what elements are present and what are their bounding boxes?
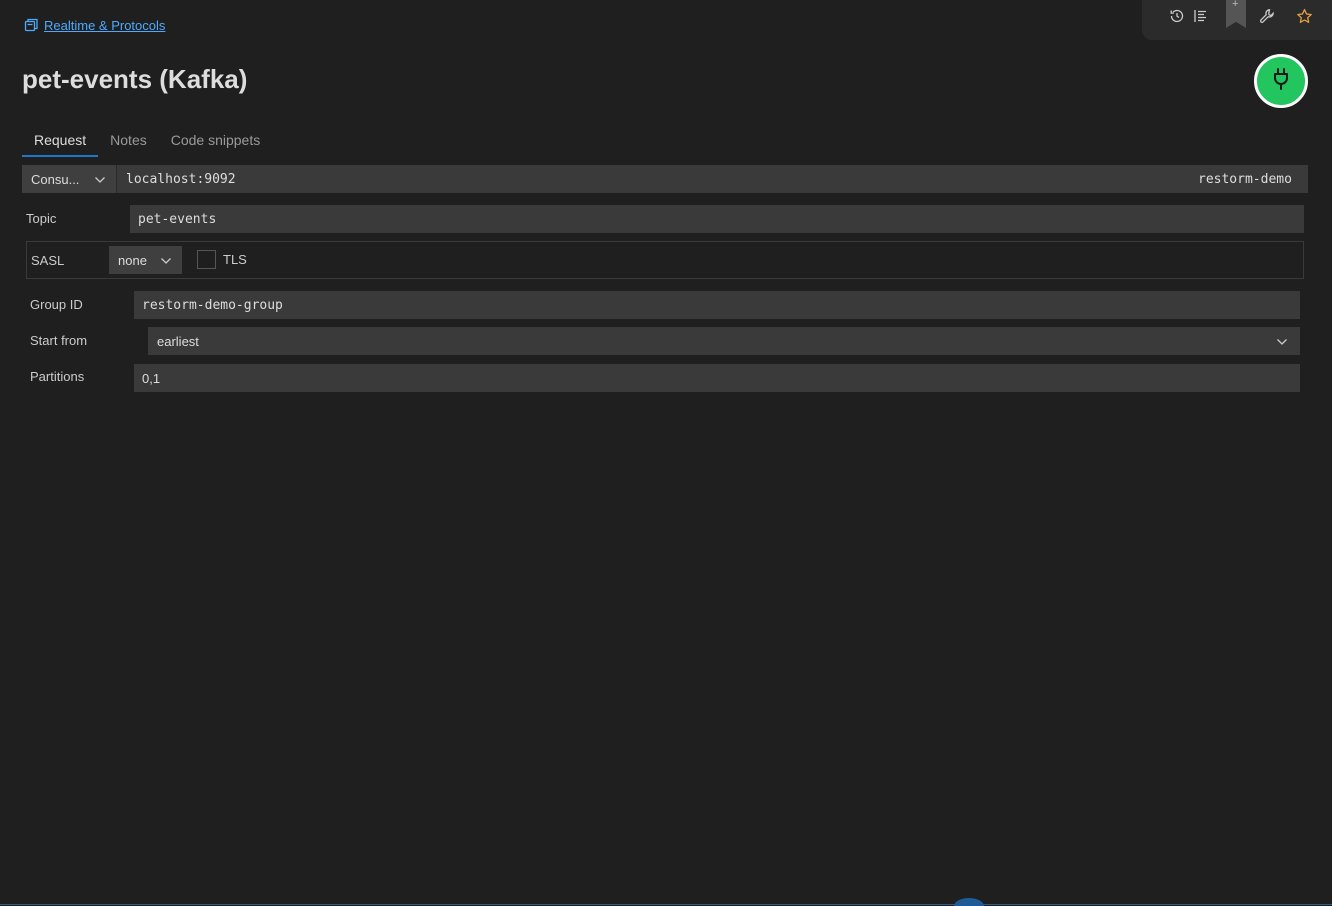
bookmark-plus: +: [1232, 0, 1239, 10]
list-icon: [1192, 8, 1208, 24]
request-bar: Consu... localhost:9092 restorm-demo: [22, 165, 1308, 193]
group-id-input[interactable]: restorm-demo-group: [134, 291, 1300, 319]
tab-request[interactable]: Request: [22, 126, 99, 157]
page-title: pet-events (Kafka): [22, 64, 248, 94]
mode-select-value: Consu...: [31, 171, 80, 187]
connect-button[interactable]: [1254, 54, 1308, 108]
header-toolbar: +: [1142, 0, 1332, 40]
tab-notes[interactable]: Notes: [98, 126, 159, 157]
star-icon: [1296, 8, 1313, 25]
tab-code-snippets[interactable]: Code snippets: [159, 126, 273, 157]
wrench-icon: [1259, 8, 1275, 24]
chevron-down-icon: [160, 253, 172, 268]
bookmark-icon[interactable]: +: [1226, 0, 1246, 28]
list-button[interactable]: [1188, 4, 1212, 28]
start-from-value: earliest: [157, 333, 199, 349]
favorite-button[interactable]: [1292, 4, 1316, 28]
sasl-select[interactable]: none: [109, 246, 182, 274]
sasl-select-value: none: [118, 252, 147, 268]
sasl-section: SASL none TLS: [26, 241, 1304, 279]
folder-stack-icon: [24, 17, 40, 33]
chevron-down-icon: [94, 172, 106, 187]
tls-checkbox[interactable]: [197, 250, 216, 269]
partitions-label: Partitions: [30, 369, 85, 384]
scroll-indicator[interactable]: [954, 898, 984, 906]
plug-icon: [1270, 67, 1292, 96]
mode-select[interactable]: Consu...: [22, 165, 117, 193]
group-id-label: Group ID: [30, 297, 83, 312]
history-icon: [1169, 8, 1185, 24]
history-button[interactable]: [1165, 4, 1189, 28]
bottom-border: [0, 904, 1332, 905]
tab-bar: Request Notes Code snippets: [22, 126, 272, 157]
settings-button[interactable]: [1255, 4, 1279, 28]
tls-label: TLS: [223, 252, 247, 267]
start-from-label: Start from: [30, 333, 88, 348]
topic-label: Topic: [26, 211, 57, 226]
start-from-select[interactable]: earliest: [148, 327, 1300, 355]
breadcrumb: Realtime & Protocols: [24, 17, 165, 33]
chevron-down-icon: [1276, 334, 1288, 349]
breadcrumb-link[interactable]: Realtime & Protocols: [44, 18, 165, 33]
partitions-input[interactable]: 0,1: [134, 364, 1300, 392]
topic-input[interactable]: pet-events: [130, 205, 1304, 233]
environment-label[interactable]: restorm-demo: [1176, 172, 1308, 187]
url-input[interactable]: localhost:9092: [117, 165, 1176, 193]
sasl-label: SASL: [31, 253, 65, 268]
